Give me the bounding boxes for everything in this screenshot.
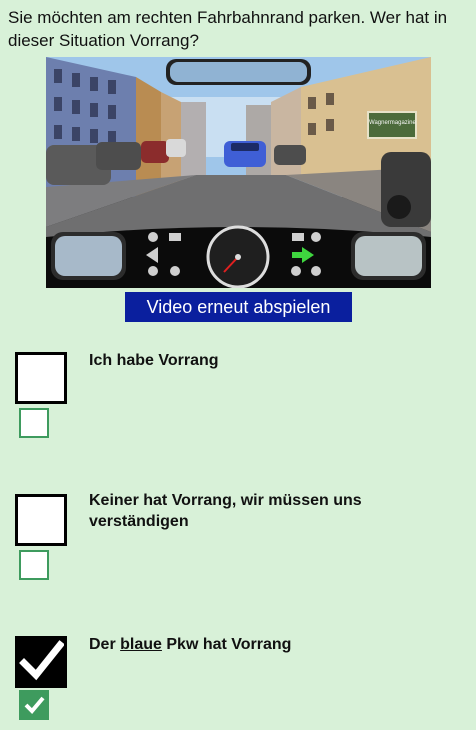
video-player[interactable]: Wagnermagazine (46, 57, 431, 288)
answer-checkbox-1[interactable] (15, 352, 67, 404)
question-text: Sie möchten am rechten Fahrbahnrand park… (8, 8, 448, 50)
solution-indicator-3 (19, 690, 49, 720)
answer-text-1: Ich habe Vorrang (89, 352, 219, 369)
answer-text-3-after: Pkw hat Vorrang (161, 636, 292, 653)
answer-text-3: Der blaue Pkw hat Vorrang (89, 634, 459, 655)
replay-video-button[interactable]: Video erneut abspielen (125, 292, 352, 322)
solution-indicator-1 (19, 408, 49, 438)
driving-scene-image (46, 57, 431, 288)
checkmark-icon (19, 640, 64, 681)
answer-text-3-underlined: blaue (120, 636, 162, 653)
answer-checkbox-2[interactable] (15, 494, 67, 546)
solution-checkmark-icon (24, 696, 45, 714)
solution-indicator-2 (19, 550, 49, 580)
answer-checkbox-3[interactable] (15, 636, 67, 688)
answer-text-3-before: Der (89, 636, 121, 653)
billboard-sign: Wagnermagazine (367, 111, 417, 139)
answer-text-2: Keiner hat Vorrang, wir müssen uns verst… (89, 492, 362, 530)
